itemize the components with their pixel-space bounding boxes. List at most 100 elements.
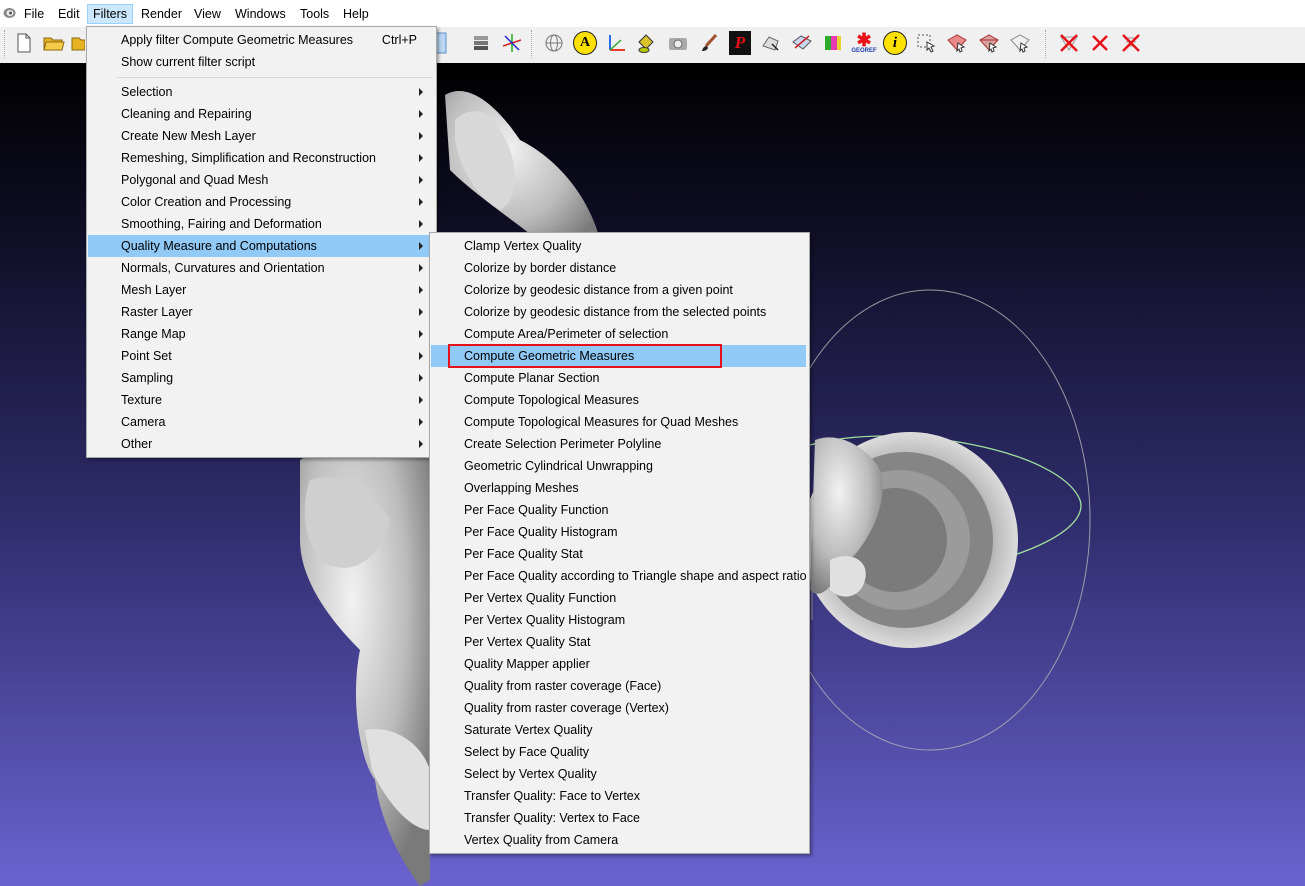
menu-edit[interactable]: Edit: [58, 5, 80, 23]
quality-filter-item[interactable]: Quality from raster coverage (Face): [431, 675, 806, 697]
filter-category-label: Sampling: [121, 371, 174, 385]
delete-faces-button[interactable]: [1057, 30, 1081, 56]
quality-filter-item[interactable]: Geometric Cylindrical Unwrapping: [431, 455, 806, 477]
menu-view[interactable]: View: [194, 5, 221, 23]
paint-brush-button[interactable]: [697, 30, 721, 56]
quality-filter-item[interactable]: Overlapping Meshes: [431, 477, 806, 499]
filter-category-item[interactable]: Sampling: [88, 367, 435, 389]
select-mesh-icon: [762, 36, 779, 51]
georef-button[interactable]: ✱ GEOREF: [851, 30, 876, 56]
quality-filter-item[interactable]: Per Vertex Quality Function: [431, 587, 806, 609]
quality-filter-item[interactable]: Per Vertex Quality Stat: [431, 631, 806, 653]
annotation-a-button[interactable]: A: [573, 30, 597, 56]
select-vertices-button[interactable]: [945, 30, 969, 56]
delete-selected-button[interactable]: [1119, 30, 1143, 56]
select-connected-button[interactable]: [977, 30, 1001, 56]
filter-category-item[interactable]: Cleaning and Repairing: [88, 103, 435, 125]
align-button[interactable]: [604, 30, 628, 56]
quality-filter-item[interactable]: Compute Topological Measures: [431, 389, 806, 411]
filter-category-item[interactable]: Smoothing, Fairing and Deformation: [88, 213, 435, 235]
quality-filter-item[interactable]: Per Vertex Quality Histogram: [431, 609, 806, 631]
menu-file[interactable]: File: [24, 5, 44, 23]
quality-filter-item[interactable]: Compute Topological Measures for Quad Me…: [431, 411, 806, 433]
quality-filter-item[interactable]: Compute Planar Section: [431, 367, 806, 389]
menu-filters[interactable]: Filters: [87, 4, 134, 24]
quality-filter-item[interactable]: Transfer Quality: Vertex to Face: [431, 807, 806, 829]
quality-filter-item[interactable]: Clamp Vertex Quality: [431, 235, 806, 257]
select-arrow-icon: [1010, 34, 1030, 53]
quality-filter-item[interactable]: Per Face Quality according to Triangle s…: [431, 565, 807, 587]
filter-category-item[interactable]: Point Set: [88, 345, 435, 367]
quality-submenu: Clamp Vertex Quality Colorize by border d…: [429, 232, 810, 854]
filter-category-item[interactable]: Normals, Curvatures and Orientation: [88, 257, 435, 279]
menu-windows[interactable]: Windows: [235, 5, 286, 23]
filter-category-item-active[interactable]: Quality Measure and Computations: [88, 235, 435, 257]
vertex-color-button[interactable]: [821, 30, 845, 56]
submenu-arrow-icon: [419, 110, 423, 118]
filter-category-item[interactable]: Texture: [88, 389, 435, 411]
submenu-arrow-icon: [419, 154, 423, 162]
highlight-annotation-box: [448, 344, 722, 368]
filter-category-label: Cleaning and Repairing: [121, 107, 252, 121]
trackball-button[interactable]: [542, 30, 566, 56]
open-project-button[interactable]: [42, 30, 66, 56]
filter-category-item[interactable]: Remeshing, Simplification and Reconstruc…: [88, 147, 435, 169]
menu-tools[interactable]: Tools: [300, 5, 329, 23]
quality-filter-label: Create Selection Perimeter Polyline: [464, 437, 662, 451]
paint-bucket-button[interactable]: [634, 30, 658, 56]
apply-filter-label: Apply filter Compute Geometric Measures: [121, 33, 354, 47]
quality-filter-item[interactable]: Vertex Quality from Camera: [431, 829, 806, 851]
select-region-button[interactable]: [914, 30, 938, 56]
menu-render[interactable]: Render: [141, 5, 182, 23]
quality-filter-item[interactable]: Select by Vertex Quality: [431, 763, 806, 785]
filter-category-item[interactable]: Range Map: [88, 323, 435, 345]
quality-filter-item[interactable]: Quality Mapper applier: [431, 653, 806, 675]
filter-category-item[interactable]: Raster Layer: [88, 301, 435, 323]
filter-category-label: Raster Layer: [121, 305, 193, 319]
quality-filter-item[interactable]: Colorize by geodesic distance from a giv…: [431, 279, 806, 301]
filter-category-item[interactable]: Create New Mesh Layer: [88, 125, 435, 147]
select-none-button[interactable]: [1008, 30, 1032, 56]
info-button[interactable]: i: [883, 30, 907, 56]
quality-filter-item[interactable]: Per Face Quality Histogram: [431, 521, 806, 543]
quality-filter-item[interactable]: Per Face Quality Function: [431, 499, 806, 521]
point-picker-button[interactable]: P: [728, 30, 752, 56]
filter-category-item[interactable]: Camera: [88, 411, 435, 433]
quality-filter-label: Colorize by geodesic distance from the s…: [464, 305, 767, 319]
quality-filter-item[interactable]: Saturate Vertex Quality: [431, 719, 806, 741]
delete-vertices-button[interactable]: [1088, 30, 1112, 56]
filter-category-item[interactable]: Color Creation and Processing: [88, 191, 435, 213]
filter-category-label: Normals, Curvatures and Orientation: [121, 261, 325, 275]
filter-category-item[interactable]: Other: [88, 433, 435, 455]
menu-help[interactable]: Help: [343, 5, 369, 23]
quality-filter-label: Colorize by geodesic distance from a giv…: [464, 283, 733, 297]
quality-filter-item[interactable]: Select by Face Quality: [431, 741, 806, 763]
filter-category-item[interactable]: Polygonal and Quad Mesh: [88, 169, 435, 191]
quality-filter-label: Per Vertex Quality Histogram: [464, 613, 626, 627]
quality-filter-label: Saturate Vertex Quality: [464, 723, 593, 737]
layers-button[interactable]: [469, 30, 493, 56]
submenu-arrow-icon: [419, 396, 423, 404]
filter-category-label: Color Creation and Processing: [121, 195, 292, 209]
quality-filter-item[interactable]: Create Selection Perimeter Polyline: [431, 433, 806, 455]
quality-filter-item[interactable]: Colorize by geodesic distance from the s…: [431, 301, 806, 323]
filter-category-item[interactable]: Mesh Layer: [88, 279, 435, 301]
submenu-arrow-icon: [419, 352, 423, 360]
quality-filter-item[interactable]: Quality from raster coverage (Vertex): [431, 697, 806, 719]
select-faces-button[interactable]: [759, 30, 783, 56]
apply-filter-item[interactable]: Apply filter Compute Geometric Measures …: [88, 29, 435, 51]
new-project-button[interactable]: [12, 30, 36, 56]
show-filter-script-item[interactable]: Show current filter script: [88, 51, 435, 73]
quality-filter-item[interactable]: Per Face Quality Stat: [431, 543, 806, 565]
quality-filter-item[interactable]: Compute Area/Perimeter of selection: [431, 323, 806, 345]
import-mesh-button[interactable]: [70, 30, 86, 56]
axes-button[interactable]: [500, 30, 524, 56]
quality-filter-item[interactable]: Colorize by border distance: [431, 257, 806, 279]
filter-category-item[interactable]: Selection: [88, 81, 435, 103]
raster-alignment-button[interactable]: [666, 30, 690, 56]
quality-filter-label: Select by Face Quality: [464, 745, 590, 759]
measure-button[interactable]: [790, 30, 814, 56]
quality-filter-item[interactable]: Transfer Quality: Face to Vertex: [431, 785, 806, 807]
measure-mesh-icon: [792, 35, 812, 50]
open-folder-partial-icon: [71, 37, 85, 51]
